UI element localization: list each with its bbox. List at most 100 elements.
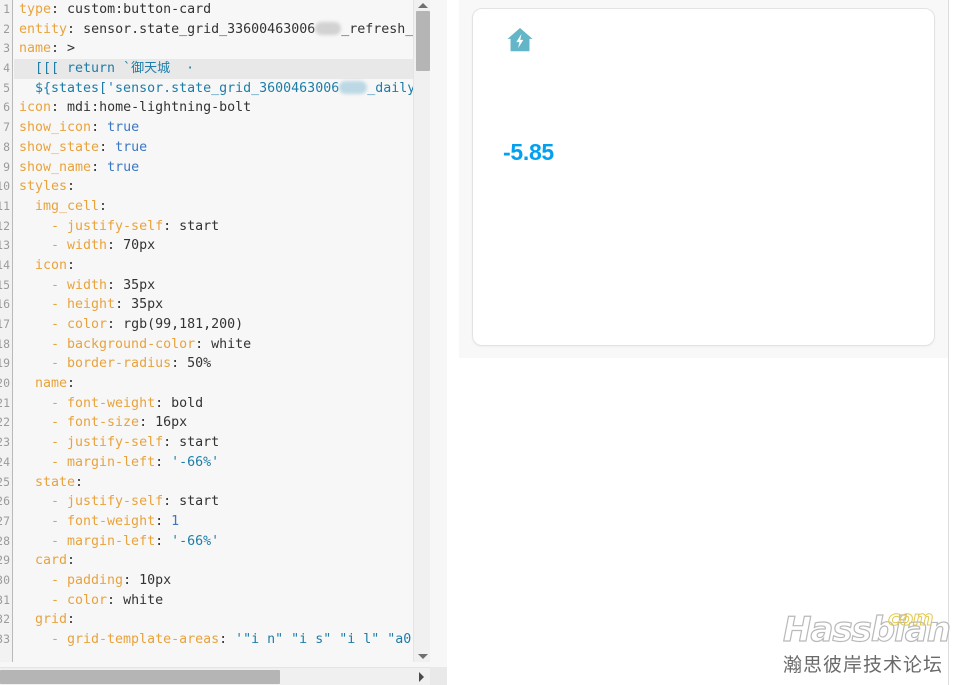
code-token-val: start <box>179 494 220 510</box>
editor-horizontal-scrollbar[interactable] <box>0 667 447 685</box>
code-token-key: card <box>35 553 68 569</box>
code-line[interactable]: show_name: true <box>14 158 430 178</box>
code-line[interactable]: - justify-self: start <box>14 492 430 512</box>
code-token-key: styles <box>19 179 68 195</box>
code-token-dash: - <box>51 356 68 372</box>
code-token-dash: - <box>51 218 68 234</box>
redacted-text <box>315 21 342 35</box>
line-number: 14 <box>0 257 10 272</box>
code-token-dash: - <box>51 435 68 451</box>
horizontal-scrollbar-thumb[interactable] <box>0 670 280 684</box>
code-line[interactable]: name: > <box>14 39 430 59</box>
code-token-dash: - <box>51 277 68 293</box>
code-token-key: padding <box>67 572 124 588</box>
watermark-subtitle: 瀚思彼岸技术论坛 <box>783 654 944 676</box>
code-line[interactable]: - width: 70px <box>14 236 430 256</box>
line-number: 33 <box>0 632 10 646</box>
code-token-punct: : <box>67 553 76 569</box>
line-number: 6 <box>3 100 10 115</box>
code-token-key: font-weight <box>67 395 156 411</box>
code-token-punct: : <box>171 356 188 372</box>
code-line[interactable]: show_state: true <box>14 138 430 158</box>
code-token-dash: - <box>51 513 68 529</box>
code-content[interactable]: type: custom:button-card entity: sensor.s… <box>14 0 430 662</box>
code-line[interactable]: card: <box>14 551 430 571</box>
code-line[interactable]: ${states['sensor.state_grid_3600463006 _d… <box>14 79 430 99</box>
code-line[interactable]: show_icon: true <box>14 118 430 138</box>
code-token-key: name <box>19 41 52 57</box>
code-token-punct: : <box>155 533 172 549</box>
code-token-punct: : <box>67 21 84 37</box>
code-line[interactable]: - font-size: 16px <box>14 413 430 433</box>
code-token-key: justify-self <box>67 218 164 234</box>
code-token-punct: : <box>51 100 68 116</box>
line-number: 18 <box>0 336 10 351</box>
code-token-val: 35px <box>131 297 164 313</box>
code-token-key: height <box>67 297 116 313</box>
scroll-down-icon[interactable] <box>414 651 431 662</box>
line-number: 10 <box>0 179 10 194</box>
code-line[interactable]: - grid-template-areas: '"i n" "i s" "i l… <box>14 630 430 650</box>
code-line[interactable]: - color: rgb(99,181,200) <box>14 315 430 335</box>
code-token-key: font-weight <box>67 513 156 529</box>
code-token-bool: true <box>107 120 140 136</box>
code-token-punct: : <box>123 572 140 588</box>
code-line[interactable]: icon: mdi:home-lightning-bolt <box>14 98 430 118</box>
watermark-tld: com <box>888 606 934 631</box>
code-token-val: white <box>123 592 164 608</box>
code-line[interactable]: - color: white <box>14 591 430 611</box>
code-line[interactable]: - background-color: white <box>14 335 430 355</box>
code-token-punct: : <box>115 297 132 313</box>
code-token-punct: : <box>163 435 180 451</box>
code-line[interactable]: icon: <box>14 256 430 276</box>
site-watermark: Hassbian com 瀚思彼岸技术论坛 <box>782 606 951 678</box>
code-line[interactable]: - font-weight: 1 <box>14 512 430 532</box>
code-token-str: '-66%' <box>171 454 220 470</box>
code-line[interactable]: name: <box>14 374 430 394</box>
code-token-punct: : <box>139 415 156 431</box>
code-token-punct: : <box>67 179 76 195</box>
yaml-editor-pane[interactable]: 1234567891011121314151617181920212223242… <box>0 0 447 685</box>
code-token-punct: : <box>67 612 76 628</box>
scroll-up-icon[interactable] <box>414 0 431 11</box>
code-line[interactable]: - justify-self: start <box>14 217 430 237</box>
code-line[interactable]: entity: sensor.state_grid_33600463006 _re… <box>14 20 430 40</box>
code-line[interactable]: - height: 35px <box>14 295 430 315</box>
code-line[interactable]: - border-radius: 50% <box>14 354 430 374</box>
line-number: 22 <box>0 415 10 430</box>
code-token-key: name <box>35 376 68 392</box>
code-line[interactable]: state: <box>14 473 430 493</box>
code-token-dash: - <box>51 317 68 332</box>
line-number: 20 <box>0 376 10 391</box>
code-line[interactable]: grid: <box>14 610 430 630</box>
code-line[interactable]: - font-weight: bold <box>14 394 430 414</box>
code-line[interactable]: img_cell: <box>14 197 430 217</box>
vertical-scrollbar-thumb[interactable] <box>416 11 430 71</box>
code-token-val: 70px <box>123 238 156 254</box>
line-number: 3 <box>3 41 10 56</box>
line-number: 23 <box>0 435 10 450</box>
code-token-val: 35px <box>123 277 156 293</box>
code-line[interactable]: styles: <box>14 177 430 197</box>
line-number: 5 <box>3 80 10 95</box>
code-line[interactable]: type: custom:button-card <box>14 0 430 20</box>
line-number: 28 <box>0 533 10 548</box>
editor-vertical-scrollbar[interactable] <box>413 0 430 662</box>
line-number: 4 <box>3 61 10 76</box>
button-card-preview[interactable]: -5.85 <box>472 8 935 346</box>
code-line[interactable]: - justify-self: start <box>14 433 430 453</box>
line-number-gutter: 1234567891011121314151617181920212223242… <box>0 0 13 662</box>
code-line[interactable]: [[[ return `御天城 · <box>14 59 430 79</box>
code-token-str: ${states['sensor.state_grid_3600463006 <box>35 80 340 96</box>
code-token-key: background-color <box>67 336 196 352</box>
code-token-punct: : <box>107 592 124 608</box>
scroll-right-icon[interactable] <box>412 668 430 685</box>
line-number: 30 <box>0 572 10 587</box>
code-line[interactable]: - width: 35px <box>14 276 430 296</box>
editor-scroll-area[interactable]: 1234567891011121314151617181920212223242… <box>0 0 430 662</box>
code-token-punct: : <box>75 474 84 490</box>
code-line[interactable]: - margin-left: '-66%' <box>14 532 430 552</box>
code-line[interactable]: - margin-left: '-66%' <box>14 453 430 473</box>
code-line[interactable]: - padding: 10px <box>14 571 430 591</box>
code-token-val: 10px <box>139 572 172 588</box>
